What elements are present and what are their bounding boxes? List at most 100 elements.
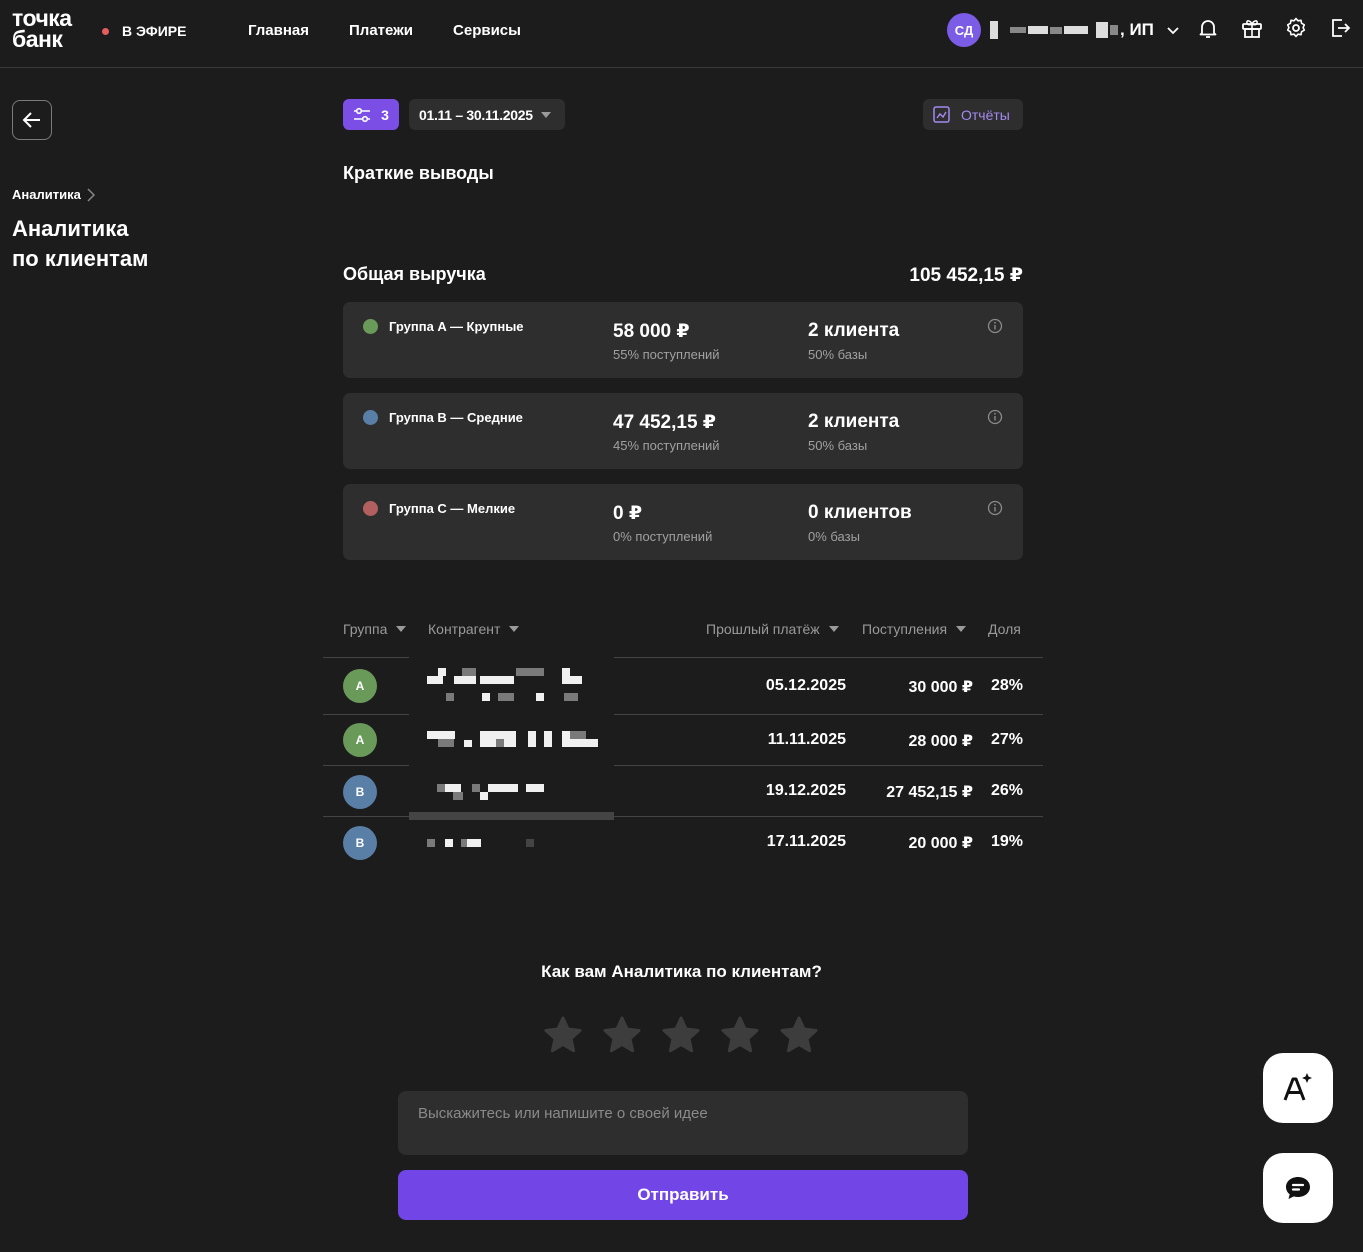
info-icon[interactable]	[987, 318, 1003, 334]
filters-count: 3	[381, 106, 389, 123]
user-legal-form: , ИП	[1120, 20, 1154, 39]
group-name: Группа C — Мелкие	[389, 501, 516, 516]
summary-title: Краткие выводы	[343, 163, 494, 183]
arrow-left-icon	[22, 112, 40, 128]
group-clients: 2 клиента	[808, 411, 900, 432]
column-header-last-payment[interactable]: Прошлый платёж	[706, 621, 839, 637]
header-actions	[1196, 16, 1352, 40]
income-amount: 30 000 ₽	[908, 679, 973, 696]
last-payment-date: 11.11.2025	[767, 731, 846, 748]
income-amount: 20 000 ₽	[908, 835, 973, 852]
logout-icon[interactable]	[1328, 16, 1352, 40]
top-bar: точка банк В ЭФИРЕ Главная Платежи Серви…	[0, 0, 1363, 68]
sliders-icon	[354, 107, 371, 122]
feedback-placeholder: Выскажитесь или напишите о своей идее	[418, 1105, 708, 1122]
nav-item-payments[interactable]: Платежи	[349, 22, 413, 39]
group-name: Группа B — Средние	[389, 410, 523, 425]
gear-icon[interactable]	[1284, 16, 1308, 40]
column-header-share[interactable]: Доля	[988, 621, 1021, 637]
feedback-title: Как вам Аналитика по клиентам?	[541, 962, 822, 981]
group-amount: 58 000 ₽	[613, 321, 690, 342]
group-badge: A	[343, 669, 377, 703]
date-range-select[interactable]: 01.11 – 30.11.2025	[409, 99, 565, 130]
rating-stars	[543, 1015, 819, 1055]
gift-icon[interactable]	[1240, 16, 1264, 40]
group-amount: 47 452,15 ₽	[613, 412, 717, 433]
star-icon[interactable]	[779, 1015, 819, 1055]
group-color-dot	[363, 410, 378, 425]
reports-label: Отчёты	[961, 106, 1010, 123]
ai-sparkle-icon	[1283, 1073, 1312, 1101]
group-badge: B	[343, 775, 377, 809]
nav-item-home[interactable]: Главная	[248, 22, 309, 39]
page-title: Аналитика по клиентам	[12, 214, 212, 274]
chat-icon	[1286, 1177, 1310, 1199]
column-header-label: Доля	[988, 621, 1021, 637]
income-amount: 28 000 ₽	[908, 733, 973, 750]
group-card-c[interactable]: Группа C — Мелкие 0 ₽ 0% поступлений 0 к…	[343, 484, 1023, 560]
sort-caret-icon	[509, 626, 520, 632]
group-base: 0% базы	[808, 529, 860, 544]
user-name: , ИП	[990, 20, 1154, 40]
group-card-b[interactable]: Группа B — Средние 47 452,15 ₽ 45% посту…	[343, 393, 1023, 469]
group-card-a[interactable]: Группа A — Крупные 58 000 ₽ 55% поступле…	[343, 302, 1023, 378]
chevron-right-icon	[87, 187, 95, 202]
page-title-line-2: по клиентам	[12, 246, 149, 271]
live-label: В ЭФИРЕ	[122, 23, 187, 39]
group-color-dot	[363, 501, 378, 516]
breadcrumb-item-analytics[interactable]: Аналитика	[12, 187, 81, 202]
last-payment-date: 17.11.2025	[766, 833, 846, 850]
info-icon[interactable]	[987, 500, 1003, 516]
chat-button[interactable]	[1263, 1153, 1333, 1223]
ai-assistant-button[interactable]	[1263, 1053, 1333, 1123]
group-share: 0% поступлений	[613, 529, 713, 544]
column-header-label: Группа	[343, 621, 388, 637]
user-menu[interactable]: СД , ИП	[947, 13, 1180, 47]
group-amount: 0 ₽	[613, 503, 643, 524]
group-color-dot	[363, 319, 378, 334]
feedback-input[interactable]: Выскажитесь или напишите о своей идее	[398, 1091, 968, 1155]
income-amount: 27 452,15 ₽	[886, 784, 973, 801]
group-share: 55% поступлений	[613, 347, 720, 362]
live-dot-icon	[102, 27, 109, 35]
group-base: 50% базы	[808, 347, 868, 362]
share-value: 28%	[990, 677, 1023, 694]
star-icon[interactable]	[602, 1015, 642, 1055]
group-share: 45% поступлений	[613, 438, 720, 453]
star-icon[interactable]	[543, 1015, 583, 1055]
star-icon[interactable]	[720, 1015, 760, 1055]
sort-caret-icon	[828, 626, 839, 632]
main-nav: Главная Платежи Сервисы	[248, 22, 521, 39]
column-header-counterparty[interactable]: Контрагент	[428, 621, 520, 637]
bank-logo[interactable]: точка банк	[12, 7, 72, 52]
group-clients: 0 клиентов	[808, 502, 912, 523]
last-payment-date: 05.12.2025	[765, 677, 846, 694]
group-badge: A	[343, 723, 377, 757]
column-header-group[interactable]: Группа	[343, 621, 407, 637]
breadcrumb[interactable]: Аналитика	[12, 187, 95, 202]
share-value: 27%	[990, 731, 1023, 748]
group-name: Группа A — Крупные	[389, 319, 524, 334]
avatar: СД	[947, 13, 981, 47]
bell-icon[interactable]	[1196, 16, 1220, 40]
send-button[interactable]: Отправить	[398, 1170, 968, 1220]
reports-button[interactable]: Отчёты	[923, 99, 1023, 130]
column-header-label: Прошлый платёж	[706, 621, 820, 637]
star-icon[interactable]	[661, 1015, 701, 1055]
share-value: 19%	[990, 833, 1023, 850]
logo-line-2: банк	[12, 26, 63, 52]
group-badge: B	[343, 826, 377, 860]
date-range-value: 01.11 – 30.11.2025	[419, 106, 533, 123]
column-header-label: Поступления	[862, 621, 948, 637]
column-header-income[interactable]: Поступления	[862, 621, 967, 637]
page-title-line-1: Аналитика	[12, 216, 129, 241]
caret-down-icon	[540, 111, 551, 118]
back-button[interactable]	[12, 100, 52, 140]
sort-caret-icon	[396, 626, 407, 632]
live-indicator[interactable]: В ЭФИРЕ	[102, 23, 186, 39]
sort-caret-icon	[956, 626, 967, 632]
info-icon[interactable]	[987, 409, 1003, 425]
nav-item-services[interactable]: Сервисы	[453, 22, 521, 39]
filters-button[interactable]: 3	[343, 99, 399, 130]
redacted-name	[990, 21, 998, 39]
